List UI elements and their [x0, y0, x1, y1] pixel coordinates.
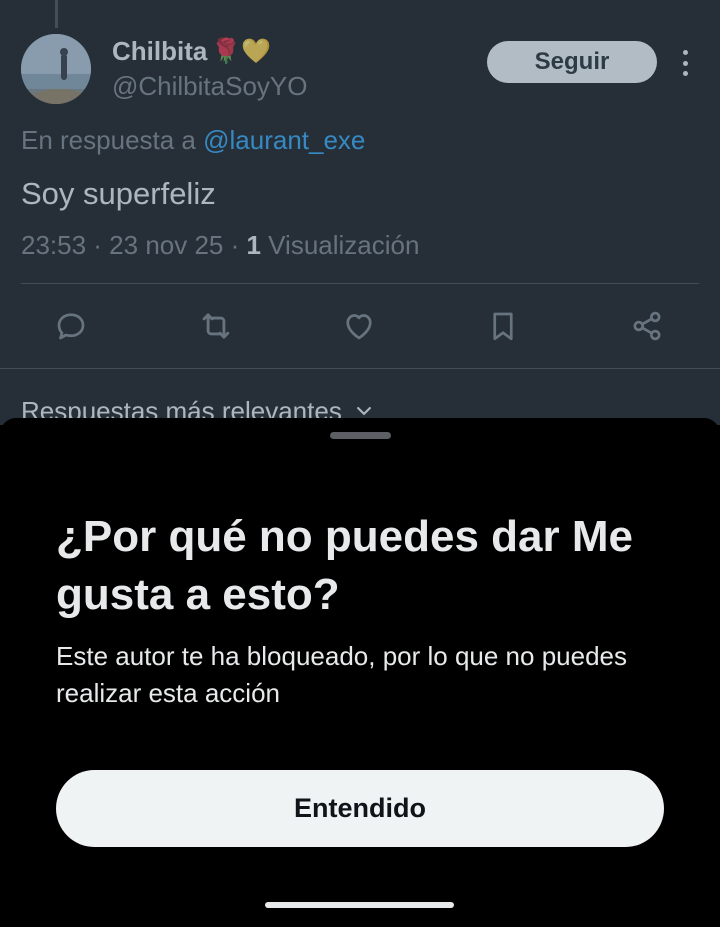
modal-backdrop[interactable] [0, 0, 720, 425]
understood-button[interactable]: Entendido [56, 770, 664, 847]
tweet-detail: Chilbita 🌹💛 @ChilbitaSoyYO Seguir En res… [0, 0, 720, 426]
sheet-title: ¿Por qué no puedes dar Me gusta a esto? [56, 512, 633, 619]
home-indicator[interactable] [265, 902, 454, 908]
sheet-drag-handle[interactable] [330, 432, 391, 439]
sheet-message: Este autor te ha bloqueado, por lo que n… [56, 641, 627, 708]
bottom-sheet: ¿Por qué no puedes dar Me gusta a esto? … [0, 418, 720, 927]
